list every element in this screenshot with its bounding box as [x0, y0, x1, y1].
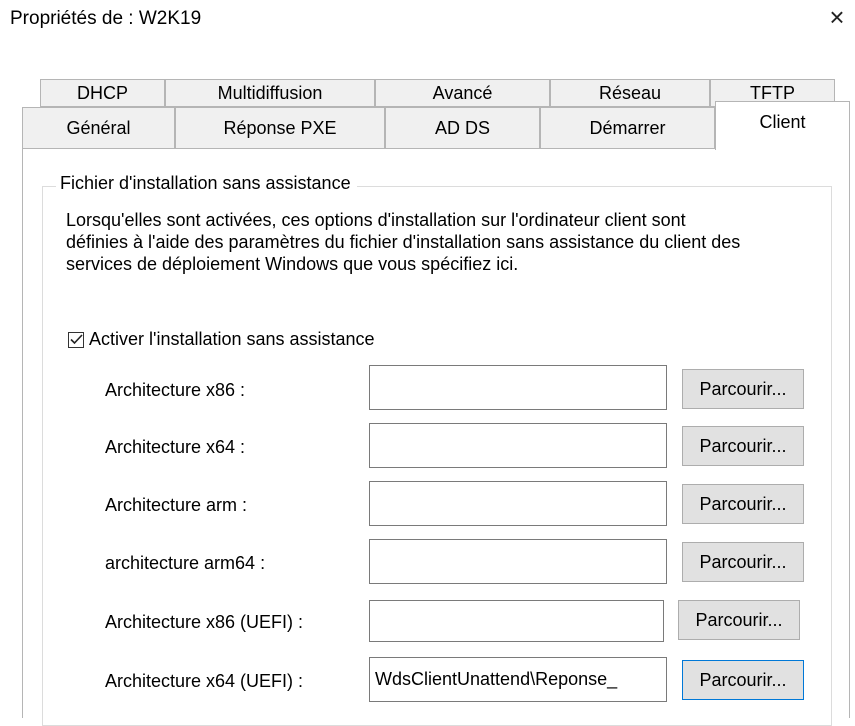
tab-dhcp[interactable]: DHCP [40, 79, 165, 107]
tab-label: Avancé [432, 83, 493, 103]
close-icon[interactable]: × [822, 2, 852, 32]
arch-x64-input[interactable] [369, 423, 667, 468]
arch-x86-input[interactable] [369, 365, 667, 410]
tab-label: Multidiffusion [217, 83, 323, 103]
arch-arm64-input[interactable] [369, 539, 667, 584]
checkbox-label: Activer l'installation sans assistance [89, 329, 375, 349]
arch-arm-browse-button[interactable]: Parcourir... [682, 484, 804, 524]
arch-x64-uefi-browse-button[interactable]: Parcourir... [682, 660, 804, 700]
tab-label: AD DS [434, 118, 490, 138]
arch-x64-browse-button[interactable]: Parcourir... [682, 426, 804, 466]
arch-x86-browse-button[interactable]: Parcourir... [682, 369, 804, 409]
tab-label: DHCP [76, 83, 128, 103]
arch-arm64-browse-button[interactable]: Parcourir... [682, 542, 804, 582]
enable-unattend-checkbox[interactable]: Activer l'installation sans assistance [68, 329, 375, 350]
checkbox-box[interactable] [68, 331, 84, 348]
arch-x64-label: Architecture x64 : [105, 437, 246, 457]
arch-arm-label: Architecture arm : [105, 495, 248, 515]
arch-arm-input[interactable] [369, 481, 667, 526]
tab-reseau[interactable]: Réseau [550, 79, 710, 107]
arch-x86-uefi-label: Architecture x86 (UEFI) : [105, 612, 304, 632]
tab-label: Réponse PXE [223, 118, 337, 138]
arch-x64-uefi-input[interactable]: WdsClientUnattend\Reponse_ [369, 657, 667, 702]
tab-label: Réseau [598, 83, 662, 103]
tab-label: Démarrer [589, 118, 666, 138]
arch-x86-uefi-browse-button[interactable]: Parcourir... [678, 600, 800, 640]
window-title: Propriétés de : W2K19 [10, 8, 202, 29]
checkmark-icon [69, 334, 83, 345]
tab-demarrer[interactable]: Démarrer [540, 107, 715, 149]
tab-avance[interactable]: Avancé [375, 79, 550, 107]
arch-x86-uefi-input[interactable] [369, 600, 664, 642]
groupbox-legend: Fichier d'installation sans assistance [56, 173, 357, 194]
tab-multidiffusion[interactable]: Multidiffusion [165, 79, 375, 107]
tab-ad-ds[interactable]: AD DS [385, 107, 540, 149]
arch-x86-label: Architecture x86 : [105, 380, 246, 400]
tab-general[interactable]: Général [22, 107, 175, 149]
tab-label: Client [759, 112, 806, 132]
group-description: Lorsqu'elles sont activées, ces options … [66, 210, 741, 274]
arch-x64-uefi-label: Architecture x64 (UEFI) : [105, 671, 304, 691]
tab-label: Général [66, 118, 131, 138]
arch-arm64-label: architecture arm64 : [105, 553, 266, 573]
tab-reponse-pxe[interactable]: Réponse PXE [175, 107, 385, 149]
tab-client[interactable]: Client [715, 101, 850, 150]
